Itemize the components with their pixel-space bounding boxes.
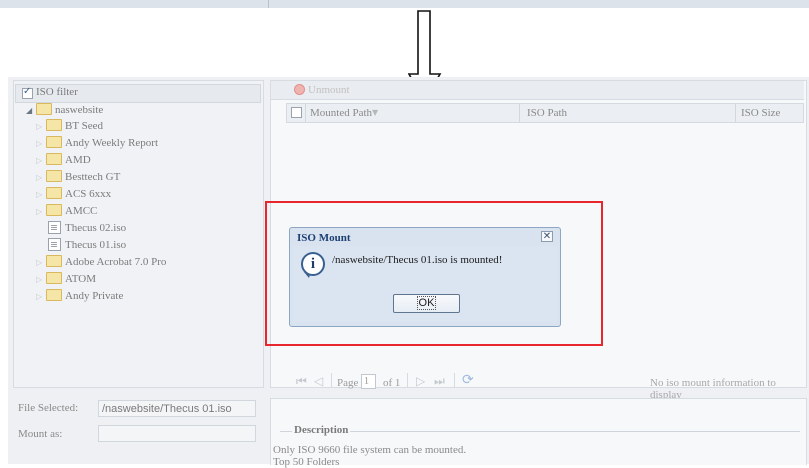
unmount-button[interactable]: Unmount — [308, 84, 350, 96]
collapse-icon[interactable]: ▷ — [36, 289, 44, 305]
unmount-icon[interactable] — [294, 84, 305, 95]
tree-item[interactable]: ▷ Besttech GT — [36, 169, 120, 185]
column-iso-path[interactable]: ISO Path — [527, 107, 567, 119]
tree-item[interactable]: ▷ AMD — [36, 152, 91, 168]
pager-separator — [454, 373, 455, 388]
page-count-label: of 1 — [383, 377, 401, 389]
tree-item[interactable]: ▷ Andy Weekly Report — [36, 135, 158, 151]
next-page-icon[interactable]: ▷ — [416, 374, 425, 388]
description-text: Top 50 Folders — [273, 456, 340, 468]
folder-icon — [46, 289, 62, 302]
tree-item-iso-file[interactable]: Thecus 01.iso — [48, 237, 126, 253]
column-divider — [305, 104, 306, 122]
description-text: Only ISO 9660 file system can be mounted… — [273, 444, 467, 456]
folder-icon — [46, 255, 62, 268]
collapse-icon[interactable]: ▷ — [36, 170, 44, 186]
fieldset-rule — [350, 431, 800, 432]
collapse-icon[interactable]: ▷ — [36, 255, 44, 271]
collapse-icon[interactable]: ▷ — [36, 119, 44, 135]
folder-icon — [46, 119, 62, 132]
iso-filter-label: ISO filter — [36, 86, 78, 98]
folder-icon — [46, 272, 62, 285]
tree-item[interactable]: ▷ AMCC — [36, 203, 97, 219]
tree-item[interactable]: ▷ BT Seed — [36, 118, 103, 134]
pager-separator — [407, 373, 408, 388]
tree-item-naswebsite[interactable]: ◢ naswebsite — [26, 102, 103, 118]
collapse-icon[interactable]: ▷ — [36, 187, 44, 203]
file-selected-label: File Selected: — [18, 402, 79, 414]
expand-icon[interactable]: ◢ — [26, 103, 34, 119]
info-icon: i — [301, 252, 325, 276]
tree-item[interactable]: ▷ ATOM — [36, 271, 96, 287]
first-page-icon[interactable]: ⏮ — [296, 374, 307, 389]
iso-filter-checkbox[interactable] — [22, 86, 33, 99]
collapse-icon[interactable]: ▷ — [36, 136, 44, 152]
column-iso-size[interactable]: ISO Size — [741, 107, 780, 119]
description-title: Description — [294, 424, 349, 436]
collapse-icon[interactable]: ▷ — [36, 204, 44, 220]
pager-separator — [331, 373, 332, 388]
folder-icon — [46, 136, 62, 149]
prev-page-icon[interactable]: ◁ — [314, 374, 323, 388]
column-mounted-path[interactable]: Mounted Path — [310, 107, 372, 119]
dialog-message: /naswebsite/Thecus 01.iso is mounted! — [332, 254, 503, 266]
dialog-title: ISO Mount — [297, 232, 351, 244]
column-divider — [735, 104, 736, 122]
tree-item[interactable]: ▷ Andy Private — [36, 288, 123, 304]
page-input[interactable]: 1 — [361, 374, 376, 389]
collapse-icon[interactable]: ▷ — [36, 272, 44, 288]
iso-file-icon — [48, 220, 61, 234]
collapse-icon[interactable]: ▷ — [36, 153, 44, 169]
folder-icon — [36, 103, 52, 116]
toolbar — [271, 81, 804, 100]
ok-button-label: OK — [416, 296, 437, 310]
folder-icon — [46, 204, 62, 217]
tree-item-iso-file[interactable]: Thecus 02.iso — [48, 220, 126, 236]
ok-button[interactable]: OK — [393, 294, 460, 313]
page-label: Page — [337, 377, 359, 389]
folder-icon — [46, 153, 62, 166]
file-selected-field[interactable]: /naswebsite/Thecus 01.iso — [98, 400, 256, 417]
mount-as-label: Mount as: — [18, 428, 63, 440]
select-all-checkbox[interactable] — [291, 107, 302, 118]
tree-item[interactable]: ▷ ACS 6xxx — [36, 186, 111, 202]
mount-as-field[interactable] — [98, 425, 256, 442]
sort-desc-icon[interactable]: ▼ — [372, 108, 378, 117]
previous-screen-edge — [0, 0, 809, 8]
last-page-icon[interactable]: ⏭ — [434, 374, 445, 389]
folder-icon — [46, 170, 62, 183]
folder-icon — [46, 187, 62, 200]
fieldset-rule — [280, 431, 292, 432]
close-icon[interactable]: ✕ — [541, 231, 553, 242]
tree-item[interactable]: ▷ Adobe Acrobat 7.0 Pro — [36, 254, 166, 270]
iso-file-icon — [48, 237, 61, 251]
refresh-icon[interactable]: ⟳ — [462, 372, 474, 388]
column-divider — [519, 104, 520, 122]
